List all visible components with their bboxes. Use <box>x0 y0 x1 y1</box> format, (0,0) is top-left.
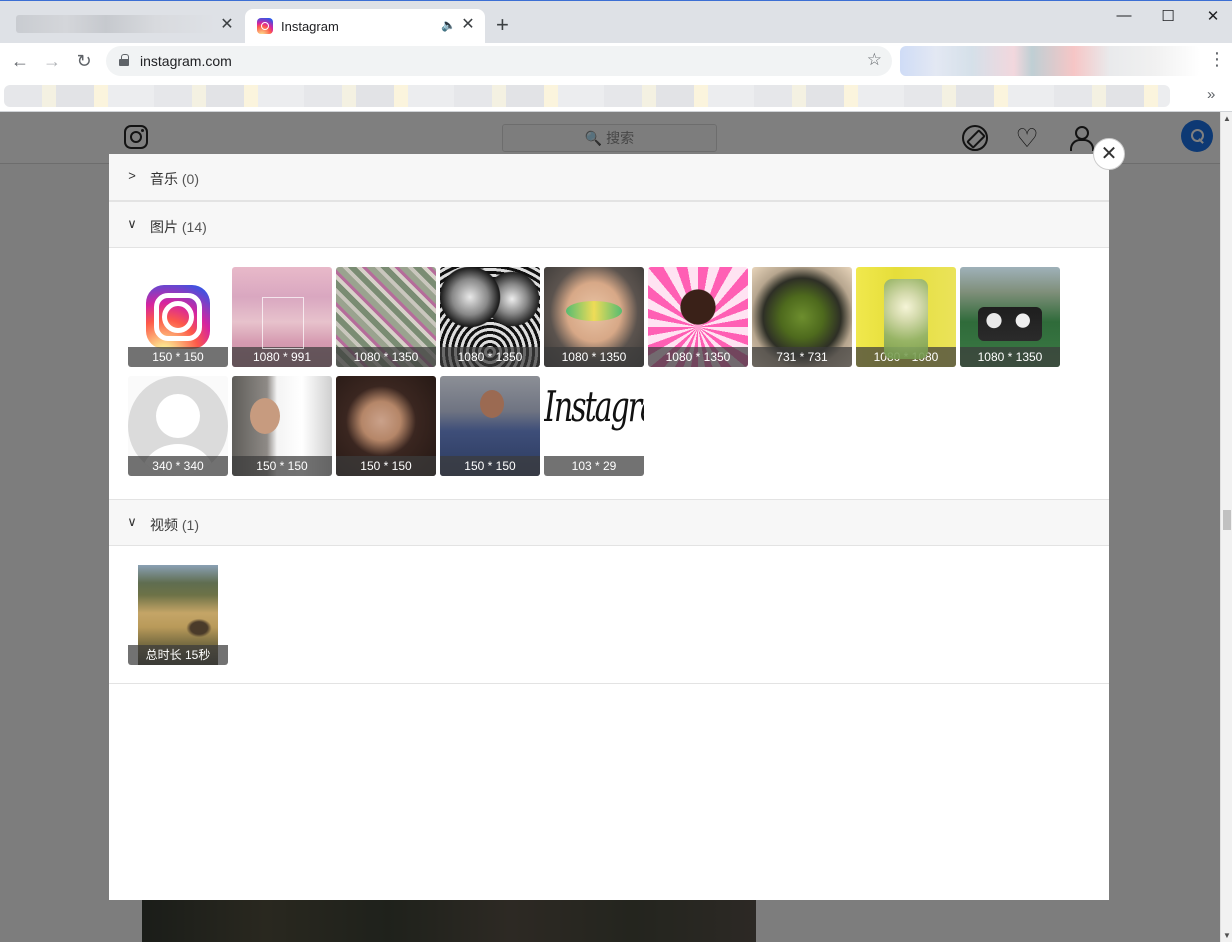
section-title: 视频 <box>150 517 178 533</box>
new-tab-button[interactable]: + <box>496 14 509 36</box>
image-thumb[interactable]: 1080 * 1350 <box>440 267 540 367</box>
section-count: (1) <box>181 517 200 533</box>
image-size-caption: 1080 * 1350 <box>648 347 748 367</box>
image-thumb[interactable]: 1080 * 1350 <box>960 267 1060 367</box>
image-thumb[interactable]: 1080 * 1350 <box>336 267 436 367</box>
section-label-videos: 视频 (1) <box>150 515 199 535</box>
blurred-tab-title <box>16 15 216 33</box>
image-thumb[interactable]: 340 * 340 <box>128 376 228 476</box>
image-size-caption: 1080 * 1350 <box>960 347 1060 367</box>
address-url[interactable]: instagram.com <box>140 53 232 69</box>
back-arrow-icon[interactable]: ← <box>9 50 31 72</box>
image-thumb[interactable]: 150 * 150 <box>232 376 332 476</box>
video-thumb[interactable]: 总时长 15秒 <box>128 565 228 665</box>
instagram-logo-icon <box>146 285 210 349</box>
section-label-music: 音乐 (0) <box>150 169 199 189</box>
browser-toolbar: ← → ↻ instagram.com ☆ ⋮ <box>0 43 1232 79</box>
section-music-header[interactable]: > 音乐 (0) <box>109 154 1109 201</box>
image-size-caption: 1080 * 1350 <box>544 347 644 367</box>
blurred-bookmarks <box>4 85 1170 107</box>
modal-close-button[interactable]: ✕ <box>1093 138 1125 170</box>
image-size-caption: 150 * 150 <box>128 347 228 367</box>
image-thumb[interactable]: Instagram 103 * 29 <box>544 376 644 476</box>
image-size-caption: 731 * 731 <box>752 347 852 367</box>
section-videos-header[interactable]: ∨ 视频 (1) <box>109 499 1109 546</box>
tab-title: Instagram <box>281 19 339 34</box>
image-size-caption: 150 * 150 <box>440 456 540 476</box>
divider <box>109 683 1109 684</box>
section-label-images: 图片 (14) <box>150 217 207 237</box>
section-title: 图片 <box>150 219 178 235</box>
reload-icon[interactable]: ↻ <box>73 50 95 72</box>
image-size-caption: 103 * 29 <box>544 456 644 476</box>
image-size-caption: 1080 * 991 <box>232 347 332 367</box>
lock-icon <box>119 54 129 66</box>
browser-tab-inactive[interactable]: ✕ <box>8 9 242 44</box>
instagram-favicon-icon <box>257 18 273 34</box>
section-count: (14) <box>181 219 207 235</box>
image-size-caption: 340 * 340 <box>128 456 228 476</box>
image-thumb[interactable]: 1080 * 991 <box>232 267 332 367</box>
image-thumb[interactable]: 150 * 150 <box>336 376 436 476</box>
instagram-wordmark: Instagram <box>544 383 644 432</box>
media-modal: > 音乐 (0) ∨ 图片 (14) 150 * 150 1080 * 991 … <box>109 154 1109 900</box>
section-count: (0) <box>181 171 200 187</box>
bookmarks-overflow-icon[interactable]: » <box>1207 86 1215 103</box>
image-thumb[interactable]: 1080 * 1350 <box>648 267 748 367</box>
forward-arrow-icon[interactable]: → <box>41 50 63 72</box>
star-icon[interactable]: ☆ <box>867 50 882 70</box>
browser-tab-instagram[interactable]: Instagram 🔈 ✕ <box>245 9 485 44</box>
scrollbar-thumb[interactable] <box>1223 510 1231 530</box>
browser-tabstrip: ✕ Instagram 🔈 ✕ + — ☐ ✕ <box>0 0 1232 44</box>
tab-close-icon[interactable]: ✕ <box>218 16 236 34</box>
page-scrollbar[interactable]: ▲ ▼ <box>1220 112 1232 942</box>
image-size-caption: 1080 * 1350 <box>336 347 436 367</box>
chevron-down-icon: ∨ <box>127 514 137 529</box>
menu-kebab-icon[interactable]: ⋮ <box>1208 49 1226 70</box>
image-size-caption: 150 * 150 <box>232 456 332 476</box>
tab-close-icon[interactable]: ✕ <box>459 16 477 34</box>
section-images-header[interactable]: ∨ 图片 (14) <box>109 201 1109 248</box>
section-title: 音乐 <box>150 171 178 187</box>
image-size-caption: 1080 * 1080 <box>856 347 956 367</box>
image-thumb[interactable]: 150 * 150 <box>128 267 228 367</box>
scroll-up-icon[interactable]: ▲ <box>1223 114 1231 123</box>
address-bar[interactable]: instagram.com ☆ <box>106 46 892 76</box>
image-size-caption: 1080 * 1350 <box>440 347 540 367</box>
image-size-caption: 150 * 150 <box>336 456 436 476</box>
image-thumb[interactable]: 1080 * 1350 <box>544 267 644 367</box>
minimize-button[interactable]: — <box>1114 7 1134 24</box>
scroll-down-icon[interactable]: ▼ <box>1223 931 1231 940</box>
image-thumb[interactable]: 1080 * 1080 <box>856 267 956 367</box>
image-thumb[interactable]: 731 * 731 <box>752 267 852 367</box>
blurred-extensions <box>900 46 1200 76</box>
chevron-right-icon: > <box>128 168 136 183</box>
close-window-button[interactable]: ✕ <box>1203 7 1223 25</box>
chevron-down-icon: ∨ <box>127 216 137 231</box>
image-thumb[interactable]: 150 * 150 <box>440 376 540 476</box>
speaker-icon[interactable]: 🔈 <box>441 18 456 32</box>
bookmarks-bar: » <box>0 79 1232 112</box>
video-duration-caption: 总时长 15秒 <box>128 645 228 665</box>
maximize-button[interactable]: ☐ <box>1158 7 1178 25</box>
